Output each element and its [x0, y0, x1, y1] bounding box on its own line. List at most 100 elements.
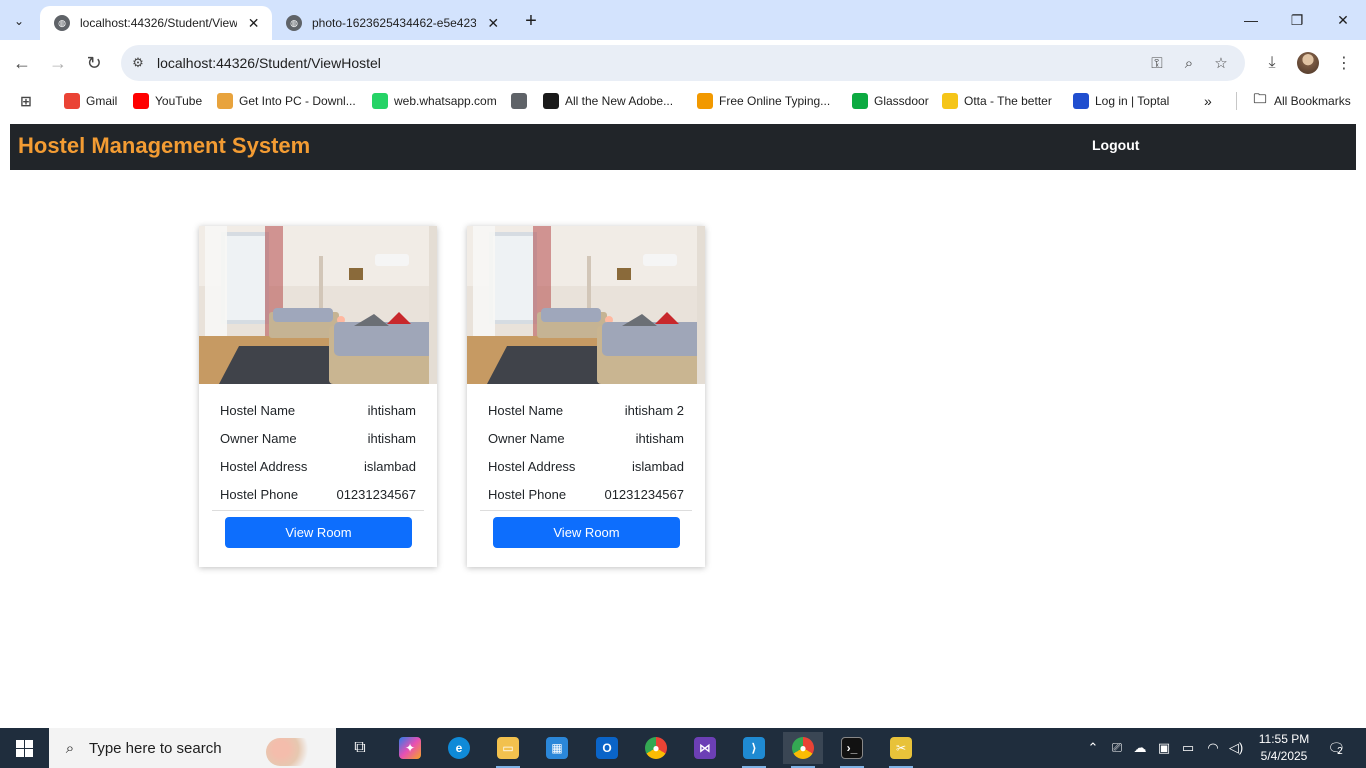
tray-overflow-icon[interactable]: ⌃	[1084, 736, 1102, 760]
wifi-icon[interactable]: ◠	[1203, 736, 1223, 760]
notification-center-icon[interactable]: 🗨 2	[1322, 736, 1348, 760]
hostel-detail-row: Hostel Address islambad	[220, 459, 416, 487]
notification-count: 2	[1337, 745, 1343, 757]
bookmark-item[interactable]: Free Online Typing...	[697, 92, 830, 110]
hostel-detail-row: Owner Name ihtisham	[488, 431, 684, 459]
search-icon: ⌕	[65, 739, 75, 757]
terminal-icon[interactable]: ›_	[832, 732, 872, 768]
browser-tab[interactable]: ◍ photo-1623625434462-e5e423 ✕	[272, 6, 512, 40]
globe-icon: ◍	[286, 15, 302, 31]
download-icon[interactable]: ⤓	[1258, 49, 1286, 77]
forward-icon[interactable]: →	[44, 49, 72, 77]
close-tab-icon[interactable]: ✕	[245, 14, 262, 32]
app-navbar: Hostel Management System Logout	[10, 124, 1356, 170]
detail-label: Hostel Name	[220, 403, 296, 418]
microsoft-store-icon[interactable]: ▦	[537, 732, 577, 764]
detail-label: Owner Name	[220, 431, 297, 446]
detail-value: ihtisham	[367, 403, 416, 418]
bookmarks-overflow-icon[interactable]: »	[1204, 92, 1212, 110]
url-text: localhost:44326/Student/ViewHostel	[157, 55, 381, 71]
file-explorer-icon[interactable]: ▭	[488, 732, 528, 768]
globe-icon	[511, 93, 527, 109]
tab-title: photo-1623625434462-e5e423	[312, 16, 477, 30]
address-bar[interactable]: ⚙ localhost:44326/Student/ViewHostel ⚿ ⌕…	[121, 45, 1245, 81]
taskbar-search[interactable]: ⌕ Type here to search	[49, 728, 336, 768]
hostel-detail-row: Owner Name ihtisham	[220, 431, 416, 459]
bookmark-item[interactable]: Gmail	[64, 92, 117, 110]
new-tab-icon[interactable]: +	[518, 8, 544, 34]
detail-value: ihtisham 2	[624, 403, 684, 418]
bookmark-item[interactable]: Log in | Toptal	[1073, 92, 1169, 110]
bookmark-item[interactable]: Get Into PC - Downl...	[217, 92, 356, 110]
zoom-icon[interactable]: ⌕	[1179, 53, 1199, 73]
tab-title: localhost:44326/Student/ViewH	[80, 16, 238, 30]
getintopc-icon	[217, 93, 233, 109]
view-room-button[interactable]: View Room	[493, 517, 680, 548]
outlook-icon[interactable]: O	[587, 732, 627, 764]
profile-avatar[interactable]	[1297, 52, 1319, 74]
bookmark-item[interactable]: Otta - The better	[942, 92, 1052, 110]
folder-icon: 🗀	[1253, 91, 1267, 106]
edge-icon[interactable]: e	[439, 732, 479, 764]
reload-icon[interactable]: ↻	[80, 49, 108, 77]
bookmarks-bar: ⊞ Gmail YouTube Get Into PC - Downl... web.…	[0, 86, 1366, 116]
windows-taskbar: ⌕ Type here to search ⧉ ✦ e ▭ ▦ O ● ⋈ ⟩ …	[0, 728, 1366, 768]
copilot-icon[interactable]: ✦	[390, 732, 430, 764]
browser-tab-active[interactable]: ◍ localhost:44326/Student/ViewH ✕	[40, 6, 272, 40]
vscode-icon[interactable]: ⟩	[734, 732, 774, 768]
bookmark-item[interactable]: YouTube	[133, 92, 202, 110]
onedrive-icon[interactable]: ☁	[1130, 736, 1150, 760]
taskbar-clock[interactable]: 11:55 PM 5/4/2025	[1252, 731, 1316, 765]
card-divider	[480, 510, 692, 511]
bookmark-star-icon[interactable]: ☆	[1211, 53, 1231, 73]
otta-icon	[942, 93, 958, 109]
detail-value: islambad	[363, 459, 416, 474]
volume-icon[interactable]: ◁)	[1226, 736, 1246, 760]
detail-value: ihtisham	[635, 431, 684, 446]
display-icon[interactable]: ▣	[1155, 736, 1173, 760]
browser-menu-icon[interactable]: ⋮	[1330, 49, 1358, 77]
tab-search-chevron-icon[interactable]: ⌄	[6, 8, 32, 34]
bookmark-label: Otta - The better	[964, 94, 1052, 108]
glassdoor-icon	[852, 93, 868, 109]
windows-start-icon[interactable]	[0, 728, 48, 768]
view-room-button[interactable]: View Room	[225, 517, 412, 548]
bookmark-item[interactable]: All the New Adobe...	[543, 92, 673, 110]
battery-icon[interactable]: ▭	[1179, 736, 1197, 760]
meet-now-icon[interactable]: ⎚	[1108, 736, 1126, 760]
back-icon[interactable]: ←	[8, 49, 36, 77]
browser-tab-strip: ⌄ ◍ localhost:44326/Student/ViewH ✕ ◍ ph…	[0, 0, 1366, 40]
visual-studio-icon[interactable]: ⋈	[685, 732, 725, 764]
app-brand[interactable]: Hostel Management System	[18, 133, 310, 159]
task-view-icon[interactable]: ⧉	[340, 732, 380, 764]
all-bookmarks-button[interactable]: 🗀 All Bookmarks	[1252, 91, 1350, 110]
restore-icon[interactable]: ❐	[1274, 0, 1320, 40]
logout-link[interactable]: Logout	[1092, 137, 1139, 153]
bookmarks-separator	[1236, 92, 1237, 110]
detail-label: Hostel Address	[488, 459, 576, 474]
minimize-icon[interactable]: —	[1228, 0, 1274, 40]
bookmark-item[interactable]: Glassdoor	[852, 92, 929, 110]
bookmark-label: web.whatsapp.com	[394, 94, 497, 108]
apps-grid-icon[interactable]: ⊞	[18, 92, 40, 110]
password-key-icon[interactable]: ⚿	[1147, 53, 1167, 73]
close-tab-icon[interactable]: ✕	[484, 14, 502, 32]
detail-label: Hostel Name	[488, 403, 564, 418]
bookmark-label: All the New Adobe...	[565, 94, 674, 108]
bookmark-item[interactable]	[511, 92, 533, 110]
detail-label: Owner Name	[488, 431, 565, 446]
bookmark-item[interactable]: web.whatsapp.com	[372, 92, 497, 110]
taskbar-search-placeholder: Type here to search	[89, 739, 222, 757]
toptal-icon	[1073, 93, 1089, 109]
hostel-detail-row: Hostel Address islambad	[488, 459, 684, 487]
close-window-icon[interactable]: ✕	[1320, 0, 1366, 40]
typing-icon	[697, 93, 713, 109]
hostel-card: Hostel Name ihtisham 2 Owner Name ihtisham H…	[467, 226, 705, 567]
snipping-tool-icon[interactable]: ✂	[881, 732, 921, 768]
chrome-icon[interactable]: ●	[636, 732, 676, 764]
chrome-profile-icon[interactable]: ●	[783, 732, 823, 768]
page-viewport: Hostel Management System Logout Hostel N…	[0, 116, 1366, 728]
site-info-icon[interactable]: ⚙	[129, 54, 147, 72]
clock-date: 5/4/2025	[1260, 749, 1308, 763]
bookmark-label: Free Online Typing...	[719, 94, 831, 108]
